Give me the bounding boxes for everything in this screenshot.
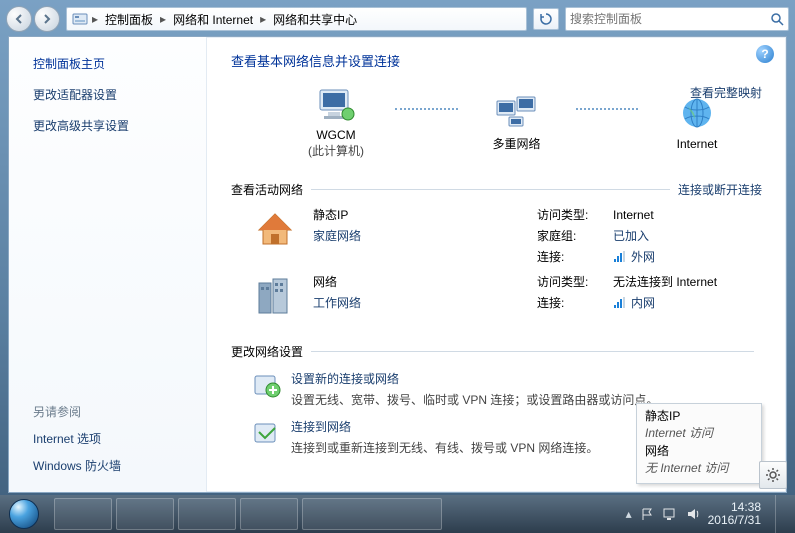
network-map: WGCM (此计算机) 多重网络 Internet bbox=[281, 86, 752, 159]
date: 2016/7/31 bbox=[708, 514, 761, 527]
multi-network-icon bbox=[495, 93, 539, 131]
map-node-sub: (此计算机) bbox=[308, 142, 364, 159]
task-title[interactable]: 连接到网络 bbox=[291, 418, 598, 435]
windows-orb-icon bbox=[9, 499, 39, 529]
section-active-networks: 查看活动网络 连接或断开连接 bbox=[231, 181, 762, 198]
taskbar-app[interactable] bbox=[178, 498, 236, 530]
breadcrumb-item[interactable]: 网络和共享中心 bbox=[269, 8, 361, 30]
nav-buttons bbox=[6, 6, 60, 32]
map-node-multi[interactable]: 多重网络 bbox=[462, 93, 572, 152]
forward-button[interactable] bbox=[34, 6, 60, 32]
network-tooltip: 静态IP Internet 访问 网络 无 Internet 访问 bbox=[636, 403, 762, 484]
section-title: 更改网络设置 bbox=[231, 343, 303, 360]
main-panel: ? 查看基本网络信息并设置连接 查看完整映射 WGCM (此计算机) 多重网络 bbox=[207, 37, 786, 492]
network-tray-icon[interactable] bbox=[662, 507, 678, 521]
tooltip-row: 静态IP Internet 访问 bbox=[645, 408, 753, 442]
gear-button[interactable] bbox=[759, 461, 787, 489]
taskbar: ▴ 14:38 2016/7/31 bbox=[0, 495, 795, 533]
internet-icon bbox=[675, 95, 719, 133]
label: 访问类型: bbox=[537, 206, 607, 223]
setup-connection-icon bbox=[251, 370, 281, 400]
map-node-label: Internet bbox=[677, 137, 718, 151]
map-connector bbox=[576, 108, 639, 110]
value: Internet bbox=[613, 206, 655, 223]
see-also-heading: 另请参阅 bbox=[33, 403, 192, 420]
home-network-icon bbox=[251, 206, 299, 254]
taskbar-apps bbox=[54, 498, 442, 530]
work-network-icon bbox=[251, 273, 299, 321]
breadcrumb-item[interactable]: 控制面板 bbox=[101, 8, 157, 30]
label: 访问类型: bbox=[537, 273, 607, 290]
task-title[interactable]: 设置新的连接或网络 bbox=[291, 370, 658, 387]
network-name: 网络 bbox=[313, 273, 523, 290]
breadcrumb-sep: ▸ bbox=[159, 8, 167, 30]
tray-up-icon[interactable]: ▴ bbox=[626, 507, 632, 521]
map-node-internet[interactable]: Internet bbox=[642, 95, 752, 151]
page-title: 查看基本网络信息并设置连接 bbox=[231, 51, 762, 70]
clock[interactable]: 14:38 2016/7/31 bbox=[708, 501, 761, 527]
breadcrumb-item[interactable]: 网络和 Internet bbox=[169, 8, 257, 30]
flag-icon[interactable] bbox=[640, 507, 654, 521]
map-node-label: 多重网络 bbox=[492, 135, 540, 152]
taskbar-app[interactable] bbox=[54, 498, 112, 530]
map-node-label: WGCM bbox=[316, 128, 355, 142]
task-desc: 连接到或重新连接到无线、有线、拨号或 VPN 网络连接。 bbox=[291, 439, 598, 456]
breadcrumb[interactable]: ▸ 控制面板 ▸ 网络和 Internet ▸ 网络和共享中心 bbox=[66, 7, 527, 31]
sidebar-link-internet-options[interactable]: Internet 选项 bbox=[33, 430, 192, 447]
section-title: 查看活动网络 bbox=[231, 181, 303, 198]
section-change-settings: 更改网络设置 bbox=[231, 343, 762, 360]
system-tray: ▴ 14:38 2016/7/31 bbox=[626, 495, 787, 533]
sidebar-home-link[interactable]: 控制面板主页 bbox=[33, 55, 192, 72]
sidebar: 控制面板主页 更改适配器设置 更改高级共享设置 另请参阅 Internet 选项… bbox=[9, 37, 207, 492]
volume-icon[interactable] bbox=[686, 507, 700, 521]
control-panel-icon bbox=[71, 10, 89, 28]
sidebar-link-advanced-sharing[interactable]: 更改高级共享设置 bbox=[33, 117, 192, 134]
signal-icon bbox=[613, 297, 627, 309]
taskbar-app[interactable] bbox=[302, 498, 442, 530]
sidebar-link-adapter[interactable]: 更改适配器设置 bbox=[33, 86, 192, 103]
map-connector bbox=[395, 108, 458, 110]
help-icon[interactable]: ? bbox=[756, 45, 774, 63]
show-desktop-button[interactable] bbox=[775, 495, 787, 533]
breadcrumb-sep: ▸ bbox=[91, 8, 99, 30]
connection-link[interactable]: 外网 bbox=[613, 248, 655, 265]
search-box[interactable] bbox=[565, 7, 789, 31]
label: 连接: bbox=[537, 248, 607, 265]
network-card: 静态IP 家庭网络 访问类型: Internet 家庭组: 已加入 连接: 外网 bbox=[251, 206, 762, 265]
computer-icon bbox=[314, 86, 358, 124]
tooltip-row: 网络 无 Internet 访问 bbox=[645, 443, 753, 477]
start-button[interactable] bbox=[0, 495, 48, 533]
address-bar: ▸ 控制面板 ▸ 网络和 Internet ▸ 网络和共享中心 bbox=[6, 6, 789, 32]
label: 家庭组: bbox=[537, 227, 607, 244]
connect-network-icon bbox=[251, 418, 281, 448]
window-body: 控制面板主页 更改适配器设置 更改高级共享设置 另请参阅 Internet 选项… bbox=[8, 36, 787, 493]
signal-icon bbox=[613, 251, 627, 263]
homegroup-link[interactable]: 已加入 bbox=[613, 227, 655, 244]
task-desc: 设置无线、宽带、拨号、临时或 VPN 连接；或设置路由器或访问点。 bbox=[291, 391, 658, 408]
network-type-link[interactable]: 家庭网络 bbox=[313, 227, 523, 244]
network-card: 网络 工作网络 访问类型: 无法连接到 Internet 连接: 内网 bbox=[251, 273, 762, 321]
connection-link[interactable]: 内网 bbox=[613, 294, 717, 311]
connect-disconnect-link[interactable]: 连接或断开连接 bbox=[678, 181, 762, 198]
search-input[interactable] bbox=[570, 12, 770, 26]
map-node-computer[interactable]: WGCM (此计算机) bbox=[281, 86, 391, 159]
search-icon bbox=[770, 12, 784, 26]
taskbar-app[interactable] bbox=[240, 498, 298, 530]
taskbar-app[interactable] bbox=[116, 498, 174, 530]
sidebar-link-firewall[interactable]: Windows 防火墙 bbox=[33, 457, 192, 474]
breadcrumb-sep: ▸ bbox=[259, 8, 267, 30]
refresh-button[interactable] bbox=[533, 8, 559, 30]
network-type-link[interactable]: 工作网络 bbox=[313, 294, 523, 311]
value: 无法连接到 Internet bbox=[613, 273, 717, 290]
back-button[interactable] bbox=[6, 6, 32, 32]
label: 连接: bbox=[537, 294, 607, 311]
network-name: 静态IP bbox=[313, 206, 523, 223]
